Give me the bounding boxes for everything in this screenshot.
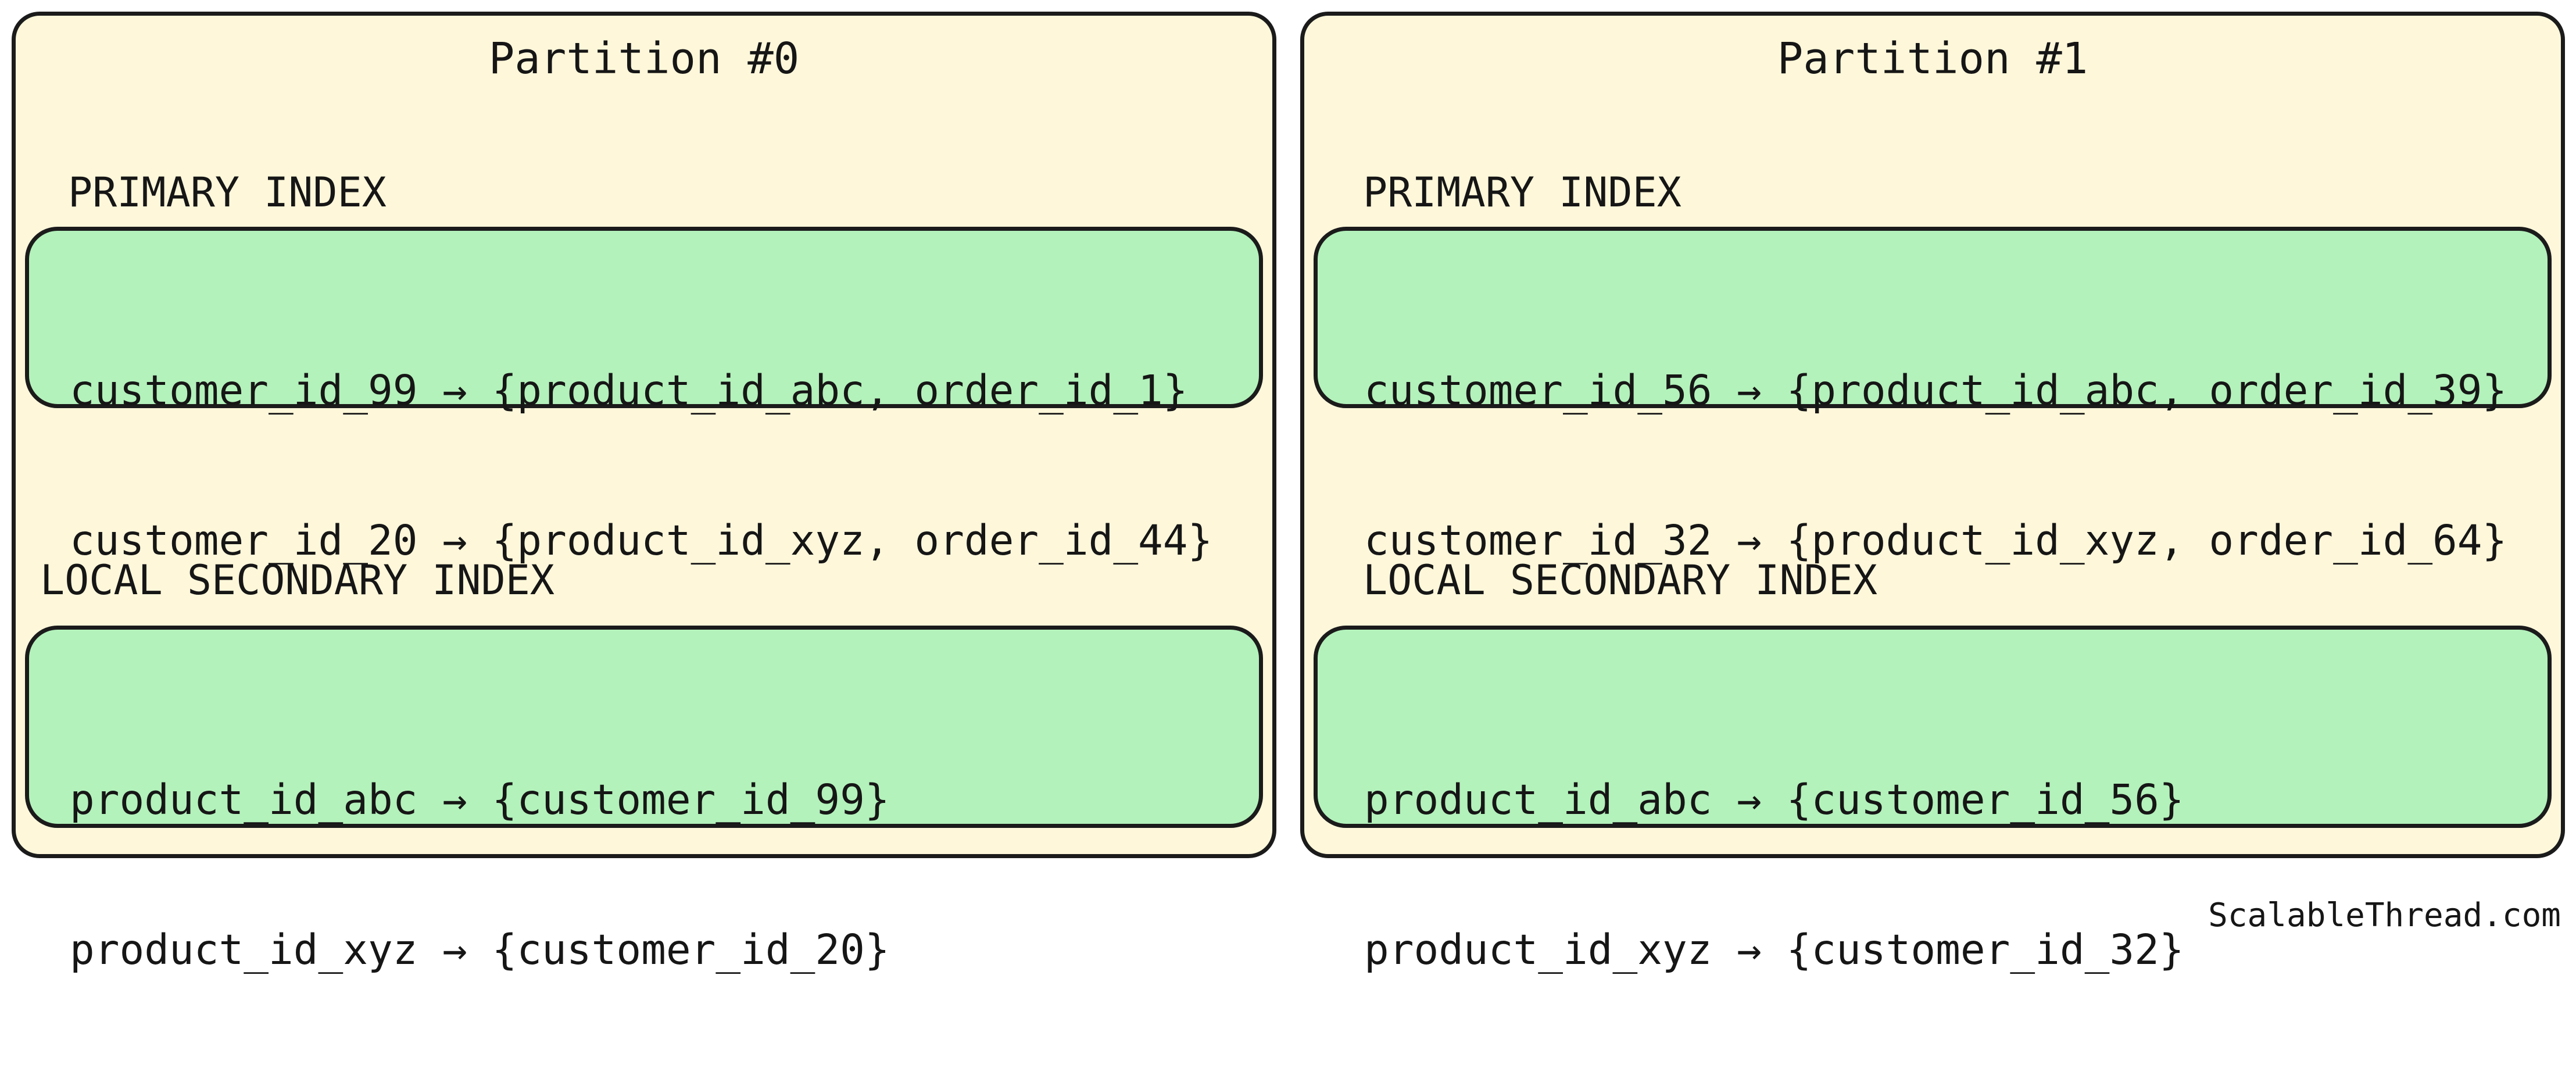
index-entry: customer_id_56 → {product_id_abc, order_… bbox=[1364, 366, 2507, 415]
partition-title: Partition #0 bbox=[488, 34, 800, 84]
primary-index-box: customer_id_56 → {product_id_abc, order_… bbox=[1314, 227, 2552, 565]
partition-title: Partition #1 bbox=[1777, 34, 2088, 84]
local-secondary-index-label: LOCAL SECONDARY INDEX bbox=[40, 556, 555, 604]
index-entry: product_id_abc → {customer_id_99} bbox=[70, 776, 890, 824]
local-secondary-index-entries: product_id_abc → {customer_id_56} produc… bbox=[1364, 675, 2536, 1075]
local-secondary-index-label: LOCAL SECONDARY INDEX bbox=[1363, 556, 1878, 604]
local-secondary-index-box: product_id_abc → {customer_id_56} produc… bbox=[1314, 626, 2552, 974]
local-secondary-index-entries: product_id_abc → {customer_id_99} produc… bbox=[70, 675, 1247, 1075]
primary-index-entries: customer_id_99 → {product_id_abc, order_… bbox=[70, 266, 1247, 666]
primary-index-entries: customer_id_56 → {product_id_abc, order_… bbox=[1364, 266, 2536, 666]
primary-index-label: PRIMARY INDEX bbox=[1363, 169, 1681, 216]
primary-index-box: customer_id_99 → {product_id_abc, order_… bbox=[25, 227, 1263, 565]
partition-0: Partition #0 PRIMARY INDEX customer_id_9… bbox=[12, 12, 1276, 974]
index-entry: customer_id_99 → {product_id_abc, order_… bbox=[70, 366, 1188, 415]
site-credit: ScalableThread.com bbox=[2208, 896, 2561, 934]
partition-1: Partition #1 PRIMARY INDEX customer_id_5… bbox=[1300, 12, 2565, 974]
index-entry: product_id_xyz → {customer_id_20} bbox=[70, 926, 890, 974]
local-secondary-index-box: product_id_abc → {customer_id_99} produc… bbox=[25, 626, 1263, 974]
index-entry: product_id_abc → {customer_id_56} bbox=[1364, 776, 2184, 824]
primary-index-label: PRIMARY INDEX bbox=[68, 169, 387, 216]
